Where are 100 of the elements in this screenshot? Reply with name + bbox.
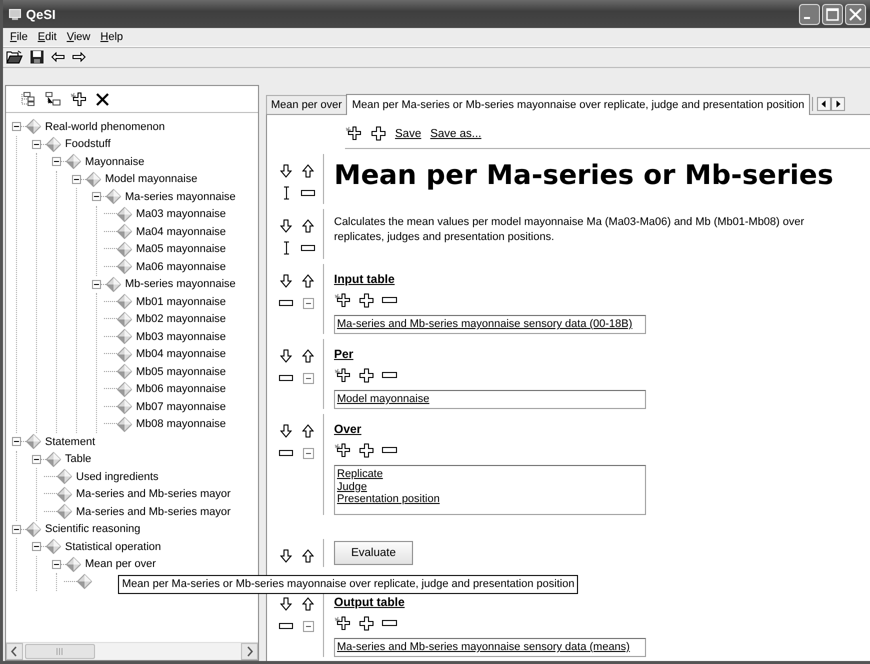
move-down-icon[interactable] xyxy=(280,274,292,288)
tree-item[interactable]: Mb04 mayonnaise xyxy=(136,348,226,360)
tab[interactable]: Mean per over xyxy=(266,95,347,114)
tree-item[interactable]: Mean per over xyxy=(85,558,156,570)
expander-box[interactable] xyxy=(52,157,61,166)
list-item[interactable]: Replicate xyxy=(337,468,643,480)
add-new-icon[interactable] xyxy=(334,442,351,458)
tree-item[interactable]: Statement xyxy=(45,436,96,448)
menu-item[interactable]: File xyxy=(5,31,33,43)
add-icon[interactable] xyxy=(359,442,374,458)
add-new-icon[interactable] xyxy=(334,368,351,382)
expander-box[interactable] xyxy=(52,560,61,569)
tree-item[interactable]: Mb07 mayonnaise xyxy=(136,400,226,413)
add-new-icon[interactable] xyxy=(345,126,362,141)
remove-icon[interactable] xyxy=(301,190,315,196)
move-up-icon[interactable] xyxy=(302,549,314,563)
add-new-icon[interactable] xyxy=(334,292,351,308)
expander-box[interactable] xyxy=(32,140,41,149)
tree-item[interactable]: Mb03 mayonnaise xyxy=(136,330,226,343)
minimize-button[interactable] xyxy=(799,4,820,24)
close-button[interactable] xyxy=(845,4,866,24)
text-cursor-icon[interactable] xyxy=(282,241,290,255)
move-down-icon[interactable] xyxy=(280,164,292,178)
move-down-icon[interactable] xyxy=(280,549,292,563)
expander-box[interactable] xyxy=(32,454,41,464)
scrollbar-thumb[interactable] xyxy=(25,644,95,659)
expander-box[interactable] xyxy=(92,192,101,202)
tree-item[interactable]: Ma-series mayonnaise xyxy=(125,190,236,203)
remove-icon[interactable] xyxy=(279,623,293,629)
move-up-icon[interactable] xyxy=(302,349,314,363)
tree-item[interactable]: Ma-series and Mb-series mayor xyxy=(76,506,231,518)
collapse-icon[interactable] xyxy=(302,620,314,632)
tree-item[interactable]: Ma06 mayonnaise xyxy=(136,260,226,273)
maximize-button[interactable] xyxy=(822,4,843,24)
delete-icon[interactable] xyxy=(96,92,109,106)
add-new-icon[interactable] xyxy=(70,92,87,106)
tree-item[interactable]: Mb01 mayonnaise xyxy=(136,296,226,308)
evaluate-button[interactable]: Evaluate xyxy=(334,541,413,565)
forward-arrow-icon[interactable] xyxy=(72,52,86,62)
tree-item[interactable]: Model mayonnaise xyxy=(105,173,198,186)
back-arrow-icon[interactable] xyxy=(51,52,65,62)
scroll-right-button[interactable] xyxy=(241,643,258,660)
move-up-icon[interactable] xyxy=(302,219,314,233)
tree-item[interactable]: Foodstuff xyxy=(65,138,111,150)
tree-item[interactable]: Ma04 mayonnaise xyxy=(136,226,226,238)
move-up-icon[interactable] xyxy=(302,424,314,438)
scroll-left-button[interactable] xyxy=(6,643,23,660)
tree-item[interactable]: Statistical operation xyxy=(65,540,161,553)
reference-field[interactable]: Ma-series and Mb-series mayonnaise sensory data (00-18B) xyxy=(334,315,646,334)
link[interactable]: Save xyxy=(395,128,422,140)
collapse-icon[interactable] xyxy=(302,448,314,458)
tree-item[interactable]: Scientific reasoning xyxy=(45,523,140,536)
tree-item[interactable]: Ma03 mayonnaise xyxy=(136,208,226,220)
remove-icon[interactable] xyxy=(279,450,293,456)
remove-icon[interactable] xyxy=(382,372,397,378)
collapse-icon[interactable] xyxy=(302,372,314,384)
tree-collapse-icon[interactable] xyxy=(45,92,61,106)
remove-icon[interactable] xyxy=(382,297,397,303)
tree-item[interactable]: Real-world phenomenon xyxy=(45,120,165,133)
expander-box[interactable] xyxy=(12,437,21,446)
reference-field[interactable]: Ma-series and Mb-series mayonnaise sensory data (means) xyxy=(334,638,646,657)
menu-item[interactable]: View xyxy=(62,31,96,43)
tree-item[interactable]: Mb06 mayonnaise xyxy=(136,383,226,396)
expander-box[interactable] xyxy=(32,542,41,552)
remove-icon[interactable] xyxy=(279,375,293,381)
move-up-icon[interactable] xyxy=(302,274,314,288)
add-new-icon[interactable] xyxy=(334,616,351,630)
expander-box[interactable] xyxy=(12,524,21,534)
tree-item[interactable]: Mb02 mayonnaise xyxy=(136,313,226,326)
reference-field[interactable]: Model mayonnaise xyxy=(334,390,646,409)
tab[interactable]: Mean per Ma-series or Mb-series mayonnaise over replicate, judge and presentation position xyxy=(346,94,810,115)
tree-expand-icon[interactable] xyxy=(20,92,36,106)
tree-item[interactable]: Mb08 mayonnaise xyxy=(136,418,226,430)
add-icon[interactable] xyxy=(359,292,374,308)
tree-item[interactable]: Mb05 mayonnaise xyxy=(136,366,226,378)
tree-item[interactable]: Ma-series and Mb-series mayor xyxy=(76,488,231,500)
tree-item[interactable]: Ma05 mayonnaise xyxy=(136,243,226,256)
tree-item[interactable]: Used ingredients xyxy=(76,470,159,483)
tree-item[interactable]: Table xyxy=(65,453,92,466)
menu-item[interactable]: Edit xyxy=(32,31,62,43)
move-down-icon[interactable] xyxy=(280,597,292,611)
expander-box[interactable] xyxy=(72,174,81,184)
tree-item[interactable]: Mb-series mayonnaise xyxy=(125,278,236,290)
remove-icon[interactable] xyxy=(301,245,315,251)
tree-item[interactable]: Mayonnaise xyxy=(85,156,144,168)
scroll-right-button[interactable] xyxy=(831,96,846,110)
scroll-left-button[interactable] xyxy=(817,96,832,110)
collapse-icon[interactable] xyxy=(302,298,314,308)
list-item[interactable]: Presentation position xyxy=(337,493,643,506)
add-icon[interactable] xyxy=(359,368,374,382)
text-cursor-icon[interactable] xyxy=(282,186,290,200)
remove-icon[interactable] xyxy=(382,447,397,453)
add-icon[interactable] xyxy=(359,616,374,630)
move-up-icon[interactable] xyxy=(302,597,314,611)
menu-item[interactable]: Help xyxy=(95,31,128,43)
move-up-icon[interactable] xyxy=(302,164,314,178)
move-down-icon[interactable] xyxy=(280,424,292,438)
add-icon[interactable] xyxy=(371,126,386,141)
open-folder-icon[interactable] xyxy=(6,50,23,64)
list-item[interactable]: Judge xyxy=(337,480,643,493)
